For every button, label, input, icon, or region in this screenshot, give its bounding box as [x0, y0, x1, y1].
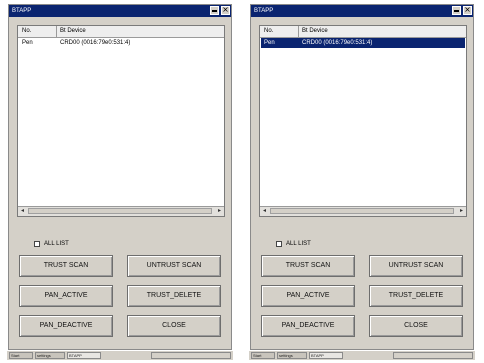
row-no-cell: Pen: [22, 40, 33, 46]
scroll-right-arrow-icon[interactable]: ▸: [457, 207, 466, 215]
title-bar[interactable]: BTAPP ×: [9, 5, 231, 17]
close-icon: ×: [222, 5, 229, 14]
minimize-icon: [212, 10, 217, 12]
trust-delete-button[interactable]: TRUST_DELETE: [127, 285, 221, 307]
trust-scan-button[interactable]: TRUST SCAN: [261, 255, 355, 277]
taskbar-start-button[interactable]: Start: [251, 352, 275, 359]
taskbar-item[interactable]: settings: [35, 352, 65, 359]
column-header-no[interactable]: No.: [22, 26, 31, 37]
taskbar-item-active[interactable]: BTAPP: [309, 352, 343, 359]
pan-deactive-button[interactable]: PAN_DEACTIVE: [19, 315, 113, 337]
all-list-checkbox[interactable]: [34, 241, 40, 247]
scroll-thumb[interactable]: [270, 208, 454, 214]
close-window-button[interactable]: ×: [463, 5, 472, 15]
window-title: BTAPP: [254, 8, 274, 14]
close-window-button[interactable]: ×: [221, 5, 230, 15]
device-list[interactable]: No. Bt Device Pen CRD00 (0016:79e0:531:4…: [17, 25, 225, 217]
trust-scan-button[interactable]: TRUST SCAN: [19, 255, 113, 277]
taskbar-item-active[interactable]: BTAPP: [67, 352, 101, 359]
pan-active-button[interactable]: PAN_ACTIVE: [19, 285, 113, 307]
app-window-right: BTAPP × No. Bt Device Pen CRD00 (0016:79…: [250, 4, 474, 350]
close-button[interactable]: CLOSE: [127, 315, 221, 337]
column-separator[interactable]: [298, 26, 299, 37]
row-device-cell: CRD00 (0016:79e0:531:4): [60, 40, 131, 46]
device-list[interactable]: No. Bt Device Pen CRD00 (0016:79e0:531:4…: [259, 25, 467, 217]
system-tray[interactable]: [393, 352, 473, 359]
app-window-left: BTAPP × No. Bt Device Pen CRD00 (0016:79…: [8, 4, 232, 350]
untrust-scan-button[interactable]: UNTRUST SCAN: [127, 255, 221, 277]
minimize-button[interactable]: [452, 6, 461, 15]
minimize-button[interactable]: [210, 6, 219, 15]
list-row-selected[interactable]: Pen CRD00 (0016:79e0:531:4): [261, 38, 465, 48]
column-header-no[interactable]: No.: [264, 26, 273, 37]
pan-active-button[interactable]: PAN_ACTIVE: [261, 285, 355, 307]
list-header: No. Bt Device: [260, 26, 466, 38]
system-tray[interactable]: [151, 352, 231, 359]
list-row[interactable]: Pen CRD00 (0016:79e0:531:4): [19, 38, 223, 48]
row-device-cell: CRD00 (0016:79e0:531:4): [302, 40, 373, 46]
column-header-device[interactable]: Bt Device: [60, 26, 86, 37]
all-list-label: ALL LIST: [44, 241, 69, 247]
title-bar[interactable]: BTAPP ×: [251, 5, 473, 17]
all-list-label: ALL LIST: [286, 241, 311, 247]
untrust-scan-button[interactable]: UNTRUST SCAN: [369, 255, 463, 277]
scroll-left-arrow-icon[interactable]: ◂: [260, 207, 269, 215]
column-separator[interactable]: [56, 26, 57, 37]
taskbar-start-button[interactable]: Start: [9, 352, 33, 359]
trust-delete-button[interactable]: TRUST_DELETE: [369, 285, 463, 307]
taskbar: Start settings BTAPP: [7, 350, 233, 360]
row-no-cell: Pen: [264, 40, 275, 46]
window-title: BTAPP: [12, 8, 32, 14]
scroll-thumb[interactable]: [28, 208, 212, 214]
list-header: No. Bt Device: [18, 26, 224, 38]
horizontal-scrollbar[interactable]: ◂ ▸: [18, 206, 224, 216]
scroll-left-arrow-icon[interactable]: ◂: [18, 207, 27, 215]
close-button[interactable]: CLOSE: [369, 315, 463, 337]
column-header-device[interactable]: Bt Device: [302, 26, 328, 37]
horizontal-scrollbar[interactable]: ◂ ▸: [260, 206, 466, 216]
close-icon: ×: [464, 5, 471, 14]
taskbar-item[interactable]: settings: [277, 352, 307, 359]
taskbar: Start settings BTAPP: [249, 350, 475, 360]
all-list-checkbox[interactable]: [276, 241, 282, 247]
pan-deactive-button[interactable]: PAN_DEACTIVE: [261, 315, 355, 337]
scroll-right-arrow-icon[interactable]: ▸: [215, 207, 224, 215]
minimize-icon: [454, 10, 459, 12]
